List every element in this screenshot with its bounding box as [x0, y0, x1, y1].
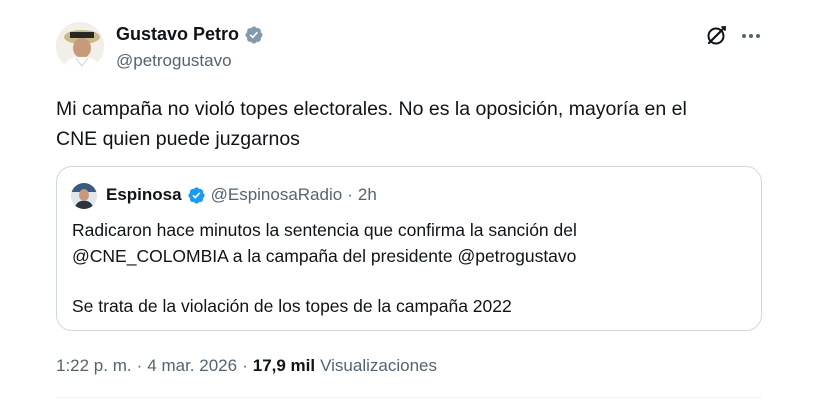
views-count[interactable]: 17,9 mil: [253, 356, 315, 376]
meta-separator: ·: [136, 356, 143, 375]
verified-badge-icon[interactable]: [244, 25, 264, 45]
author-handle[interactable]: @petrogustavo: [116, 51, 232, 71]
more-icon[interactable]: [738, 24, 764, 48]
quote-text: Radicaron hace minutos la sentencia que …: [72, 217, 752, 319]
tweet-text-line: CNE quien puede juzgarnos: [56, 128, 300, 150]
divider: [56, 397, 762, 398]
quote-avatar-image: [71, 183, 97, 209]
quoted-tweet[interactable]: Espinosa @EspinosaRadio · 2h Radicaron h…: [56, 166, 762, 331]
author-avatar[interactable]: [56, 22, 104, 70]
quote-text-line: Se trata de la violación de los topes de…: [72, 296, 512, 316]
meta-separator: ·: [242, 356, 248, 375]
quote-paragraph-gap: [72, 269, 752, 293]
tweet-text: Mi campaña no violó topes electorales. N…: [56, 94, 776, 154]
author-avatar-image: [56, 22, 104, 70]
tweet-time[interactable]: 1:22 p. m.: [56, 356, 132, 376]
quote-author-handle: @EspinosaRadio: [210, 185, 343, 204]
grok-icon[interactable]: [704, 24, 728, 48]
author-name[interactable]: Gustavo Petro: [116, 24, 239, 45]
quote-author-name: Espinosa: [106, 185, 182, 204]
tweet-date[interactable]: 4 mar. 2026: [147, 356, 237, 376]
quote-text-line: Radicaron hace minutos la sentencia que …: [72, 220, 577, 240]
quote-header: Espinosa @EspinosaRadio · 2h: [106, 185, 377, 205]
quote-text-line: @CNE_COLOMBIA a la campaña del president…: [72, 246, 577, 266]
verified-badge-icon: [187, 186, 205, 204]
views-label[interactable]: Visualizaciones: [320, 356, 437, 376]
author-name-row: Gustavo Petro: [116, 24, 264, 45]
quote-author-avatar: [71, 183, 97, 209]
tweet-text-line: Mi campaña no violó topes electorales. N…: [56, 98, 687, 120]
quote-separator: ·: [347, 185, 353, 204]
quote-timestamp: 2h: [357, 185, 377, 204]
tweet-metadata: 1:22 p. m. · 4 mar. 2026 · 17,9 mil Visu…: [56, 356, 437, 376]
